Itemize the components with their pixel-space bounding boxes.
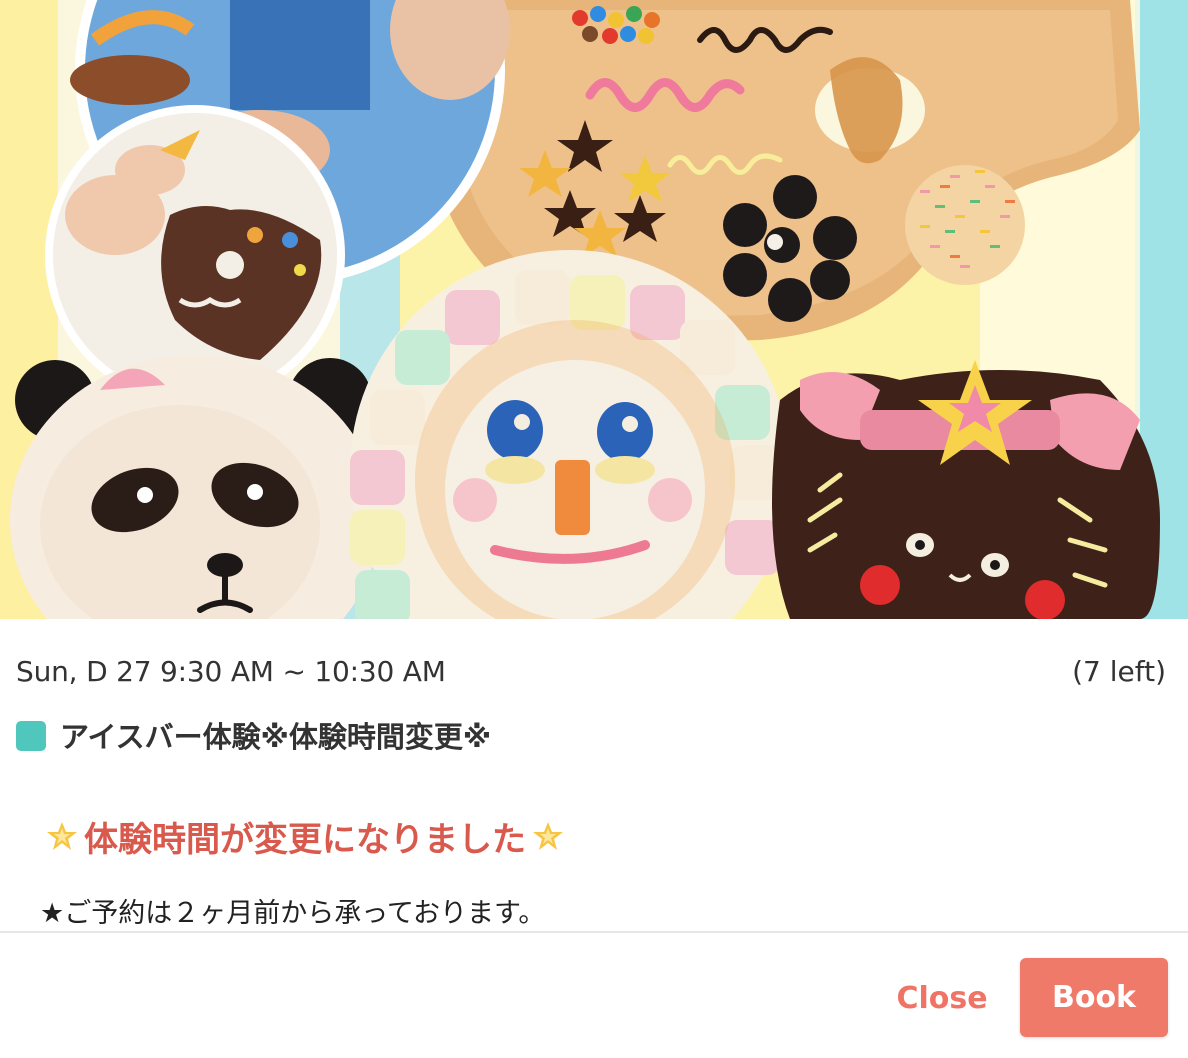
book-button[interactable]: Book (1020, 958, 1168, 1037)
glowing-star-icon (533, 821, 563, 850)
close-button[interactable]: Close (882, 959, 1002, 1037)
event-detail-modal: Sun, D 27 9:30 AM ~ 10:30 AM (7 left) アイ… (0, 0, 1188, 1058)
modal-footer: Close Book (0, 931, 1188, 1058)
notice-text: 体験時間が変更になりました (84, 820, 526, 860)
event-datetime: Sun, D 27 9:30 AM ~ 10:30 AM (16, 655, 446, 688)
event-detail-content: Sun, D 27 9:30 AM ~ 10:30 AM (7 left) アイ… (0, 619, 1188, 931)
event-color-swatch (16, 721, 46, 751)
event-hero-image (0, 0, 1188, 619)
event-description: ★ご予約は２ヶ月前から承っております。 (40, 898, 546, 929)
event-title: アイスバー体験※体験時間変更※ (60, 720, 492, 754)
glowing-star-icon (47, 821, 77, 850)
notice-heading: 体験時間が変更になりました (40, 812, 570, 861)
datetime-row: Sun, D 27 9:30 AM ~ 10:30 AM (7 left) (16, 655, 1166, 691)
event-title-row: アイスバー体験※体験時間変更※ (16, 715, 491, 755)
slots-left: (7 left) (1072, 655, 1166, 688)
